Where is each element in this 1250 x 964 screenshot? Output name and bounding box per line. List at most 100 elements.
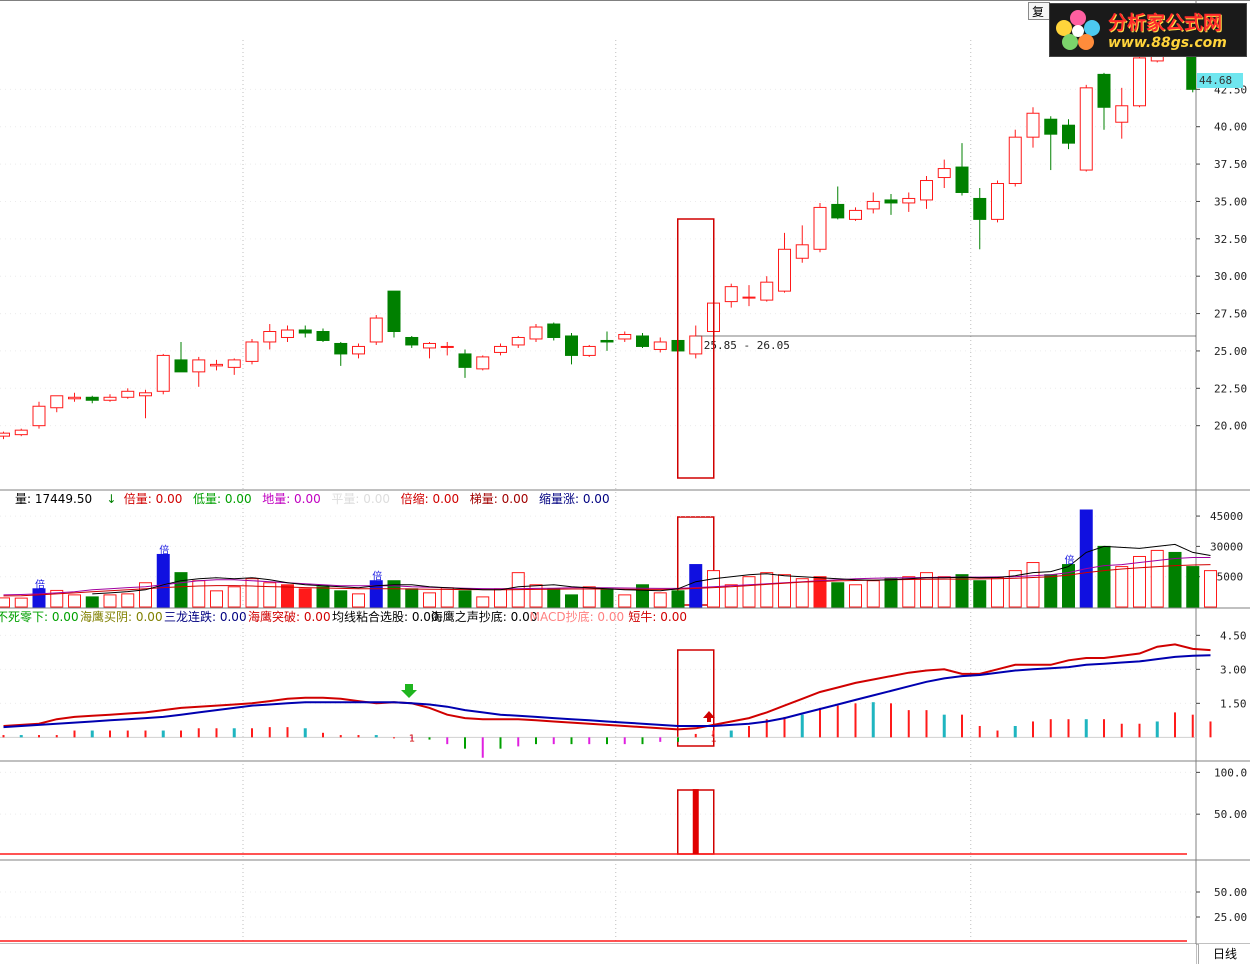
signal-histogram-bar xyxy=(322,732,324,738)
signal-histogram-bar xyxy=(286,727,289,738)
candle-body-up xyxy=(494,345,507,353)
signal-histogram-bar xyxy=(303,728,307,738)
candle xyxy=(600,331,614,351)
volume-bar xyxy=(423,592,436,608)
arrow-shape xyxy=(401,684,417,698)
signal-histogram-bar xyxy=(144,730,147,738)
signal-histogram-bar xyxy=(606,737,608,745)
signal-histogram-bar xyxy=(517,737,520,747)
candle xyxy=(511,335,525,348)
signal-histogram-bar xyxy=(961,714,963,738)
candle xyxy=(529,324,543,342)
signal-histogram-bar xyxy=(641,737,644,745)
signal-histogram-bar xyxy=(1138,723,1141,738)
signal-histogram-bar xyxy=(215,728,218,738)
range-annotation-label: 25.85 - 26.05 xyxy=(704,339,790,352)
candle-body-up xyxy=(795,244,809,259)
candles-group xyxy=(0,7,1196,440)
signal-histogram-bar xyxy=(783,716,786,738)
period-tab[interactable]: 日线 xyxy=(1198,944,1250,964)
candle-body-down xyxy=(831,203,845,219)
last-price-tag: 44.68 xyxy=(1197,73,1243,88)
candle-body-down xyxy=(1097,73,1111,108)
signal-axis-label: 1.50 xyxy=(1220,697,1247,710)
volume-bar xyxy=(68,594,81,608)
signal-histogram-bar xyxy=(978,726,981,738)
candle-body-up xyxy=(1079,87,1093,171)
candle-body-down xyxy=(973,197,987,220)
candle-body-up xyxy=(369,317,383,343)
signal-histogram-bar xyxy=(1191,714,1194,738)
restore-button[interactable]: 复 xyxy=(1028,2,1050,20)
volume-bar xyxy=(600,588,614,608)
candle-body-down xyxy=(316,331,330,341)
signal-histogram-bar xyxy=(126,730,129,738)
candle-body-up xyxy=(813,206,827,250)
price-axis-label: 22.50 xyxy=(1214,382,1247,395)
signal-histogram-bar xyxy=(464,737,466,749)
candle xyxy=(547,322,561,341)
signal-marker: 1 xyxy=(409,733,415,744)
signal-histogram-bar xyxy=(339,735,342,738)
candle-body-down xyxy=(1062,124,1075,144)
signal-histogram-bar xyxy=(38,735,40,738)
candle xyxy=(227,358,241,375)
volume-bar xyxy=(1168,551,1182,608)
signal-histogram-bar xyxy=(1067,719,1070,738)
candle xyxy=(813,202,827,253)
candle-body-up xyxy=(778,248,791,292)
signal-indicator-label: 海鹰突破: 0.00 xyxy=(248,609,331,624)
candle xyxy=(281,325,294,342)
volume-bar xyxy=(1062,564,1075,608)
volume-bar xyxy=(724,584,738,608)
candle xyxy=(866,192,880,214)
volume-bar xyxy=(1044,574,1058,608)
candle xyxy=(316,328,330,342)
candle-body-up xyxy=(50,395,64,409)
volume-bar xyxy=(32,588,46,608)
candle xyxy=(1026,107,1040,148)
volume-indicator-label: 梯量: 0.00 xyxy=(470,492,529,506)
volume-bar xyxy=(245,578,259,608)
candle-body-up xyxy=(866,200,880,210)
stock-chart[interactable]: 45642.5040.0037.5035.0032.5030.0027.5025… xyxy=(0,0,1250,964)
candle-body-up xyxy=(937,168,951,179)
logo-banner: 分析家公式网 www.88gs.com xyxy=(1049,3,1247,57)
candle-body-down xyxy=(387,290,401,333)
volume-bar xyxy=(1079,509,1093,608)
candle xyxy=(795,225,809,263)
candle xyxy=(423,341,436,359)
volume-bar xyxy=(174,572,188,608)
candle xyxy=(174,341,188,373)
volume-marker: 倍 xyxy=(35,578,45,591)
candle-body-down xyxy=(955,166,969,193)
candle xyxy=(369,315,383,345)
volume-bar xyxy=(618,594,632,608)
candle-body-down xyxy=(636,335,649,347)
volume-bar xyxy=(689,564,703,608)
signal-histogram-bar xyxy=(55,735,58,738)
volume-bar xyxy=(1133,555,1146,608)
volume-bar xyxy=(866,580,880,608)
candle xyxy=(1062,119,1075,150)
volume-bar xyxy=(210,590,223,608)
candle xyxy=(245,338,259,365)
signal-histogram-bar xyxy=(535,737,537,745)
candle xyxy=(1115,87,1129,139)
volume-bar xyxy=(1115,566,1129,608)
volume-bar xyxy=(547,588,561,608)
candle xyxy=(103,394,117,402)
volume-bar xyxy=(1097,545,1111,608)
candle-body-up xyxy=(742,296,756,299)
candle xyxy=(156,353,170,395)
volume-bar xyxy=(565,594,578,608)
volume-bar xyxy=(760,572,774,608)
volume-bar xyxy=(653,592,667,608)
signal-histogram-bar xyxy=(499,737,502,749)
volume-indicator-label: 低量: 0.00 xyxy=(193,492,252,506)
candle-body-down xyxy=(547,323,561,338)
candle-body-down xyxy=(298,329,312,334)
signal-histogram-bar xyxy=(1049,719,1052,738)
candle xyxy=(884,193,898,215)
volume-bar xyxy=(742,576,756,608)
